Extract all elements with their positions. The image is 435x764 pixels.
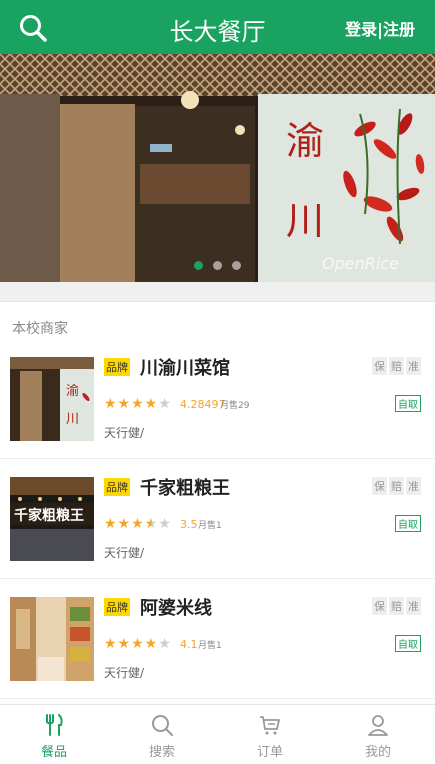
search-icon bbox=[152, 715, 173, 736]
shop-name: 阿婆米线 bbox=[140, 598, 212, 619]
shop-name: 千家粗粮王 bbox=[140, 478, 230, 499]
pickup-badge: 自取 bbox=[395, 395, 421, 412]
shop-owner: 天行健/ bbox=[104, 666, 145, 680]
shop-owner: 天行健/ bbox=[104, 426, 145, 440]
tab-orders-label: 订单 bbox=[256, 745, 283, 760]
brand-badge: 品牌 bbox=[104, 358, 130, 376]
user-icon bbox=[368, 715, 388, 736]
tag-ontime: 准 bbox=[406, 597, 421, 615]
section-title: 本校商家 bbox=[12, 321, 68, 337]
rating-score: 4.1 bbox=[180, 638, 198, 651]
banner-image: 渝 川 OpenRice bbox=[0, 54, 435, 282]
monthly-sales: 月售29 bbox=[220, 401, 250, 411]
banner-sign-text-1: 渝 bbox=[286, 119, 324, 163]
carousel-dot-3[interactable] bbox=[232, 261, 241, 270]
tag-compensate: 赔 bbox=[389, 597, 404, 615]
carousel-indicators bbox=[0, 255, 435, 274]
tag-ontime: 准 bbox=[406, 357, 421, 375]
tag-guarantee: 保 bbox=[372, 597, 387, 615]
rating-stars: ★★★★★ bbox=[104, 516, 172, 532]
banner-sign-text-2: 川 bbox=[286, 199, 324, 243]
pickup-badge: 自取 bbox=[395, 515, 421, 532]
tab-orders[interactable]: 订单 bbox=[216, 705, 324, 764]
svg-text:川: 川 bbox=[66, 412, 79, 427]
pickup-badge: 自取 bbox=[395, 635, 421, 652]
section-divider bbox=[0, 282, 435, 302]
shop-thumbnail bbox=[10, 597, 94, 681]
svg-text:千家粗粮王: 千家粗粮王 bbox=[14, 507, 84, 524]
shop-owner: 天行健/ bbox=[104, 546, 145, 560]
service-tags: 保赔准 bbox=[370, 477, 421, 495]
monthly-sales: 月售1 bbox=[198, 641, 222, 651]
rating-stars: ★★★★★ bbox=[104, 636, 172, 652]
rating-score: 4.28497 bbox=[180, 398, 226, 411]
tab-food[interactable]: 餐品 bbox=[0, 705, 108, 764]
svg-text:渝: 渝 bbox=[66, 383, 79, 399]
service-tags: 保赔准 bbox=[370, 357, 421, 375]
monthly-sales: 月售1 bbox=[198, 521, 222, 531]
shop-item[interactable]: 渝 川 品牌 川渝川菜馆 保赔准 ★★★★★ 4.28497 月售29 自取 天… bbox=[0, 340, 435, 459]
tab-search[interactable]: 搜索 bbox=[108, 705, 216, 764]
tag-guarantee: 保 bbox=[372, 477, 387, 495]
tag-ontime: 准 bbox=[406, 477, 421, 495]
tab-food-label: 餐品 bbox=[40, 745, 67, 760]
top-bar: 长大餐厅 登录|注册 bbox=[0, 0, 435, 54]
cart-icon bbox=[260, 716, 280, 735]
carousel-dot-2[interactable] bbox=[213, 261, 222, 270]
tag-compensate: 赔 bbox=[389, 357, 404, 375]
shop-item[interactable]: 千家粗粮王 品牌 千家粗粮王 保赔准 ★★★★★ 3.5 月售1 自取 天行健/ bbox=[0, 460, 435, 579]
rating-stars: ★★★★★ bbox=[104, 396, 172, 412]
shop-thumbnail: 千家粗粮王 bbox=[10, 477, 94, 561]
tag-guarantee: 保 bbox=[372, 357, 387, 375]
brand-badge: 品牌 bbox=[104, 478, 130, 496]
login-register-link[interactable]: 登录|注册 bbox=[345, 16, 415, 40]
utensils-icon bbox=[46, 714, 63, 736]
bottom-tab-bar: 餐品 搜索 订单 我的 bbox=[0, 704, 435, 764]
tab-mine[interactable]: 我的 bbox=[324, 705, 432, 764]
shop-name: 川渝川菜馆 bbox=[140, 358, 230, 379]
carousel-dot-1[interactable] bbox=[194, 261, 203, 270]
tag-compensate: 赔 bbox=[389, 477, 404, 495]
tab-mine-label: 我的 bbox=[364, 745, 391, 760]
shop-thumbnail: 渝 川 bbox=[10, 357, 94, 441]
tab-search-label: 搜索 bbox=[148, 745, 175, 760]
brand-badge: 品牌 bbox=[104, 598, 130, 616]
banner-carousel[interactable]: 渝 川 OpenRice bbox=[0, 54, 435, 282]
rating-score: 3.5 bbox=[180, 518, 198, 531]
shop-item[interactable]: 品牌 阿婆米线 保赔准 ★★★★★ 4.1 月售1 自取 天行健/ bbox=[0, 580, 435, 699]
service-tags: 保赔准 bbox=[370, 597, 421, 615]
